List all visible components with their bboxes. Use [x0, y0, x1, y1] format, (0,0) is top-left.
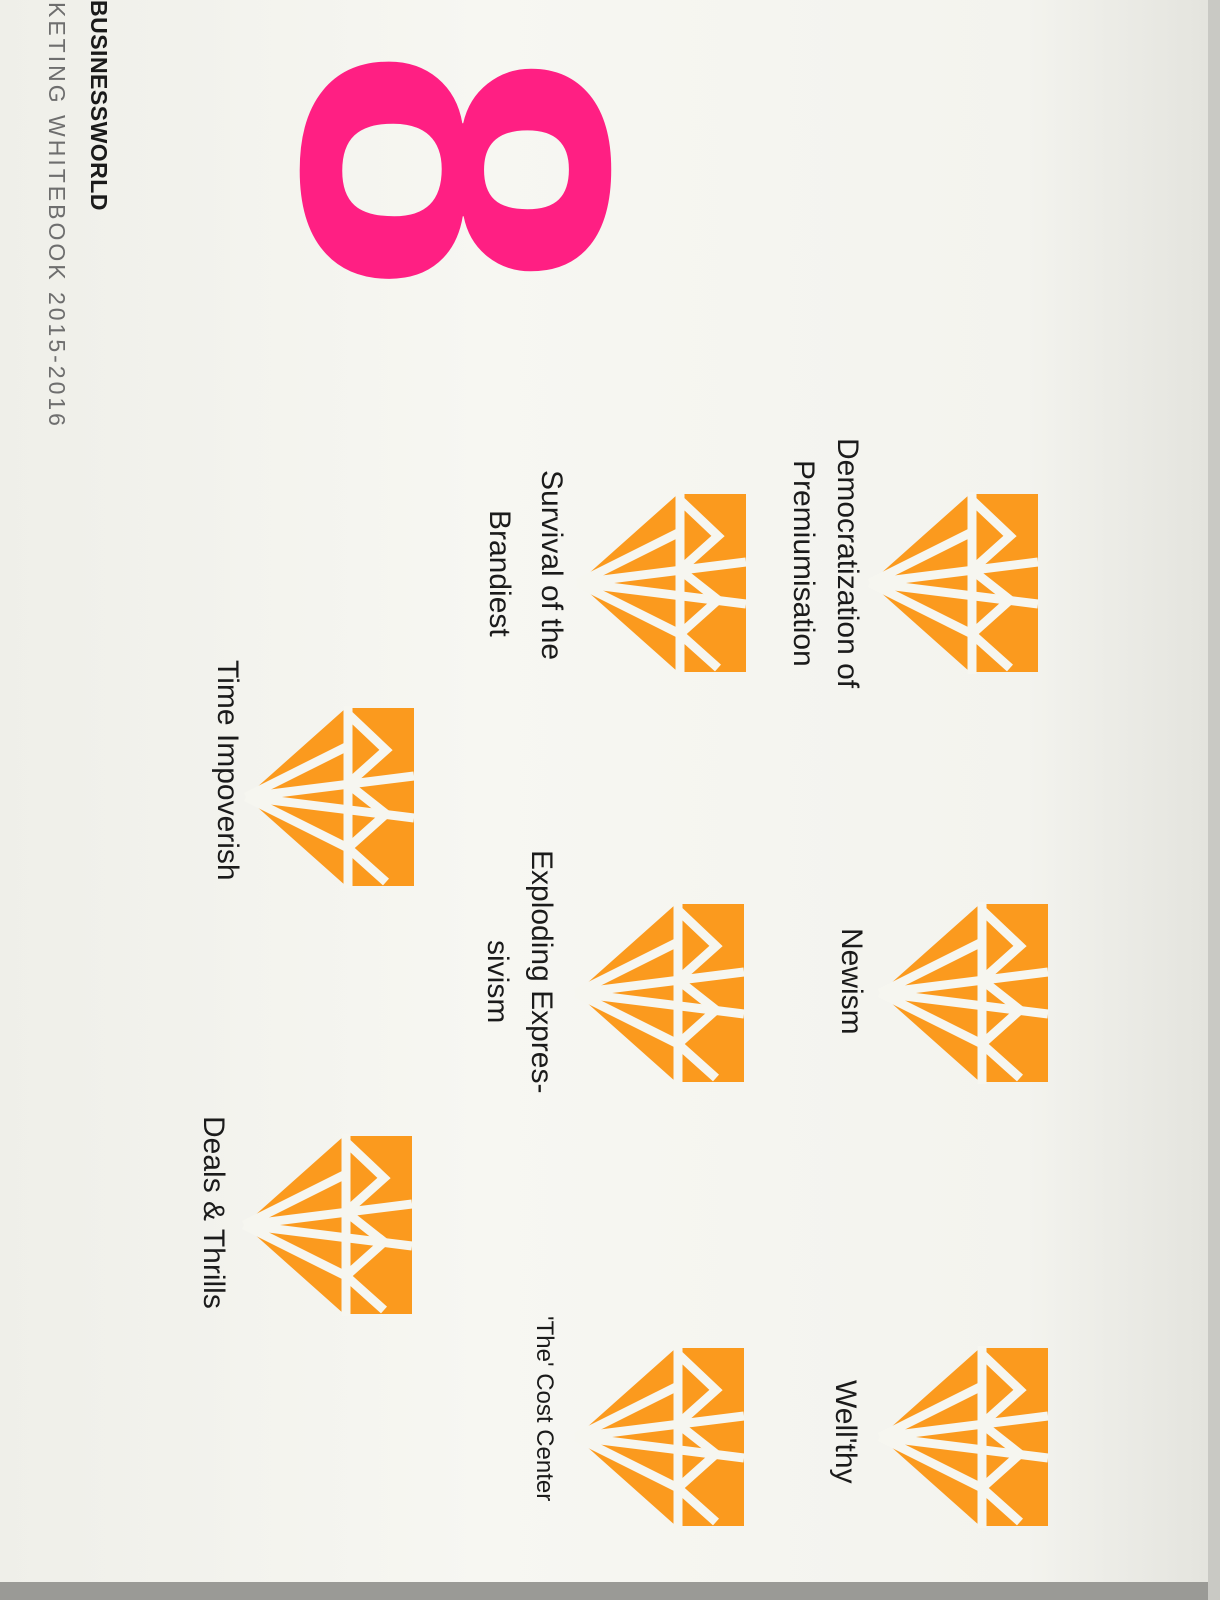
diamond-icon — [236, 706, 416, 888]
diamond-icon — [568, 492, 748, 674]
trend-label-1-line2: Premiumisation — [787, 460, 820, 667]
headline-number-text: 8 — [210, 47, 701, 293]
trend-label-3-line1: Time Impoverish — [211, 660, 244, 881]
page-edge-shadow — [0, 1582, 1220, 1600]
trend-label-5-line2: sivism — [481, 940, 514, 1024]
masthead: BUSINESSWORLD KETING WHITEBOOK 2015-2016 — [4, 0, 114, 520]
trend-label-2-line2: Brandiest — [483, 510, 516, 637]
diamond-icon — [870, 1346, 1050, 1528]
diamond-icon — [234, 1134, 414, 1316]
trend-label-8-line1: 'The' Cost Center — [531, 1316, 558, 1502]
trend-label-1-line1: Democratization of — [831, 438, 864, 689]
trend-label-2-line1: Survival of the — [535, 470, 568, 661]
diamond-icon — [870, 902, 1050, 1084]
trend-label-7-line1: Well'thy — [829, 1380, 862, 1484]
diamond-icon — [860, 492, 1040, 674]
diamond-icon — [566, 1346, 746, 1528]
diamond-icon — [566, 902, 746, 1084]
trend-label-4-line1: Newism — [835, 928, 868, 1035]
trend-label-6-line1: Deals & Thrills — [197, 1116, 230, 1309]
magazine-page: BUSINESSWORLD KETING WHITEBOOK 2015-2016… — [0, 0, 1208, 1582]
page-edge-right — [1208, 0, 1220, 1600]
publication-brand: BUSINESSWORLD — [86, 0, 112, 211]
trend-label-5-line1: Exploding Expres- — [525, 850, 558, 1094]
publication-title: KETING WHITEBOOK 2015-2016 — [44, 2, 70, 429]
